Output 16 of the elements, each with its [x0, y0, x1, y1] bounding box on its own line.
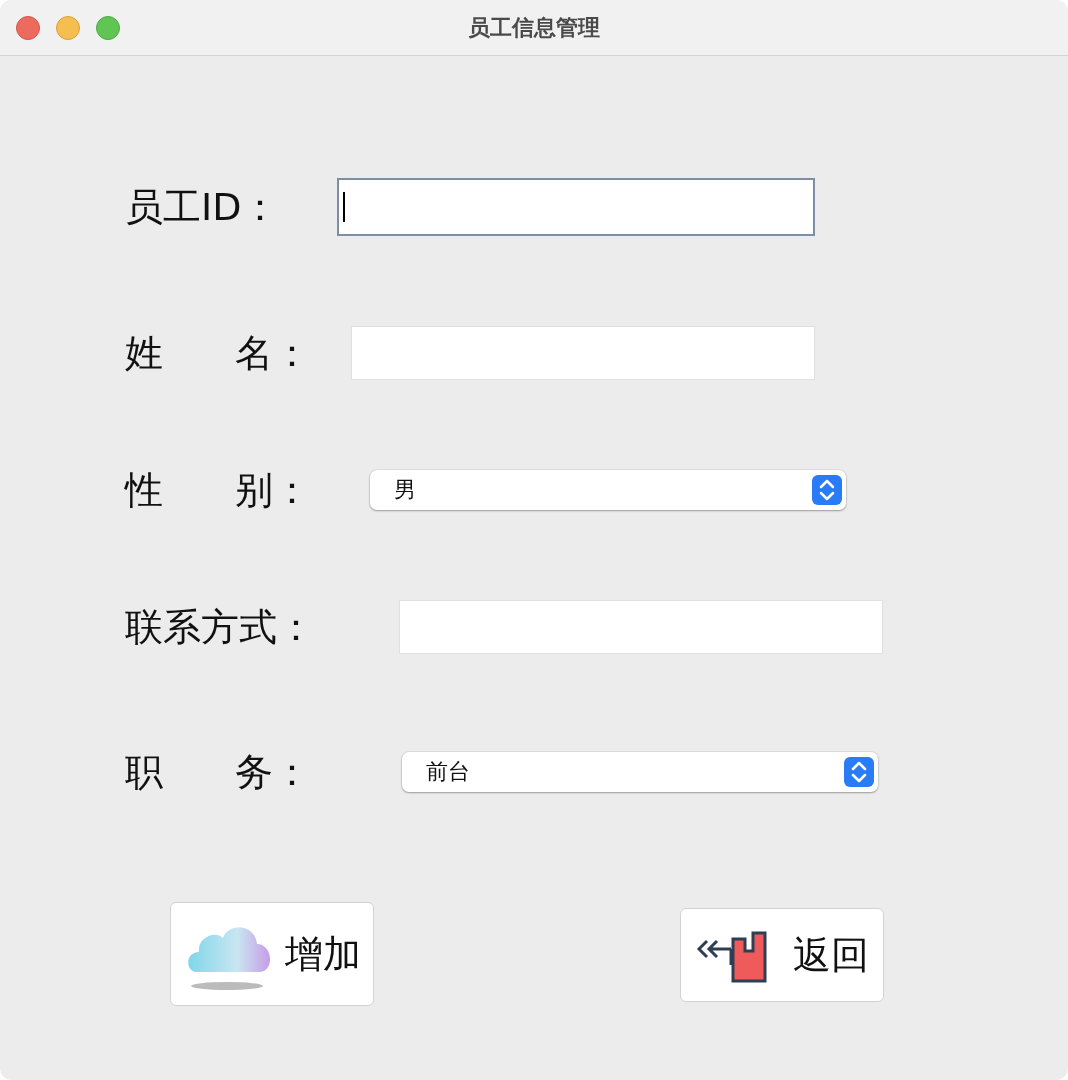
- back-button[interactable]: 返回: [680, 908, 884, 1002]
- stepper-icon: [844, 757, 874, 787]
- dropdown[interactable]: 前台: [402, 752, 878, 792]
- field-label: 职 务：: [125, 748, 312, 796]
- zoom-button[interactable]: [96, 15, 120, 40]
- add-button[interactable]: 增加: [170, 902, 374, 1006]
- text-field[interactable]: [337, 178, 815, 236]
- stepper-icon: [812, 475, 842, 505]
- minimize-button[interactable]: [56, 15, 80, 40]
- dropdown[interactable]: 男: [370, 470, 846, 510]
- field-label: 姓 名：: [125, 329, 312, 377]
- close-button[interactable]: [16, 15, 40, 40]
- window-title: 员工信息管理: [468, 14, 600, 40]
- field-label: 员工ID：: [125, 183, 280, 231]
- field-label: 联系方式：: [125, 603, 315, 651]
- field-label: 性 别：: [125, 466, 312, 514]
